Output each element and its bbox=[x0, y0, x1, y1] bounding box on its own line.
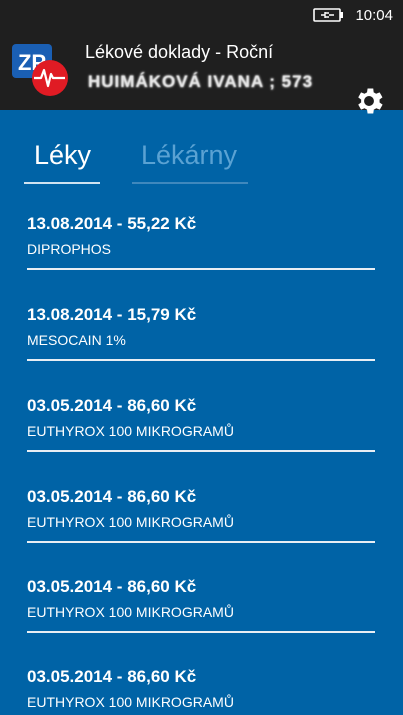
item-title: 13.08.2014 - 55,22 Kč bbox=[27, 214, 197, 233]
item-drug: MESOCAIN 1% bbox=[27, 332, 126, 348]
patient-name: HUIMÁKOVÁ IVANA ; 573 bbox=[88, 72, 314, 91]
item-title: 03.05.2014 - 86,60 Kč bbox=[27, 667, 197, 686]
list-item[interactable]: 13.08.2014 - 15,79 Kč MESOCAIN 1% bbox=[0, 303, 403, 393]
page-title: Lékové doklady - Roční bbox=[85, 42, 274, 62]
item-drug: EUTHYROX 100 MIKROGRAMŮ bbox=[27, 604, 234, 620]
item-title: 03.05.2014 - 86,60 Kč bbox=[27, 487, 197, 506]
item-title: 13.08.2014 - 15,79 Kč bbox=[27, 305, 197, 324]
item-title: 03.05.2014 - 86,60 Kč bbox=[27, 396, 197, 415]
list-item[interactable]: 03.05.2014 - 86,60 Kč EUTHYROX 100 MIKRO… bbox=[0, 485, 403, 575]
clock: 10:04 bbox=[355, 6, 393, 24]
item-title: 03.05.2014 - 86,60 Kč bbox=[27, 577, 197, 596]
divider bbox=[27, 359, 375, 361]
list-item[interactable]: 03.05.2014 - 86,60 Kč EUTHYROX 100 MIKRO… bbox=[0, 665, 403, 715]
divider bbox=[27, 541, 375, 543]
tab-leky[interactable]: Léky bbox=[24, 140, 100, 184]
item-drug: EUTHYROX 100 MIKROGRAMŮ bbox=[27, 694, 234, 710]
app-logo: ZP bbox=[10, 42, 74, 98]
list-item[interactable]: 13.08.2014 - 55,22 Kč DIPROPHOS bbox=[0, 212, 403, 302]
list-item[interactable]: 03.05.2014 - 86,60 Kč EUTHYROX 100 MIKRO… bbox=[0, 394, 403, 484]
battery-charging-icon bbox=[313, 7, 347, 23]
tab-bar: Léky Lékárny bbox=[0, 140, 403, 186]
gear-icon[interactable] bbox=[352, 84, 386, 118]
tab-lekarny[interactable]: Lékárny bbox=[132, 140, 248, 184]
divider bbox=[27, 450, 375, 452]
list-item[interactable]: 03.05.2014 - 86,60 Kč EUTHYROX 100 MIKRO… bbox=[0, 575, 403, 665]
item-drug: DIPROPHOS bbox=[27, 241, 112, 257]
app-header: ZP Lékové doklady - Roční HUIMÁKOVÁ IVAN… bbox=[0, 30, 403, 114]
divider bbox=[27, 631, 375, 633]
item-drug: EUTHYROX 100 MIKROGRAMŮ bbox=[27, 514, 234, 530]
status-bar: 10:04 bbox=[0, 0, 403, 30]
item-drug: EUTHYROX 100 MIKROGRAMŮ bbox=[27, 423, 234, 439]
divider bbox=[27, 268, 375, 270]
